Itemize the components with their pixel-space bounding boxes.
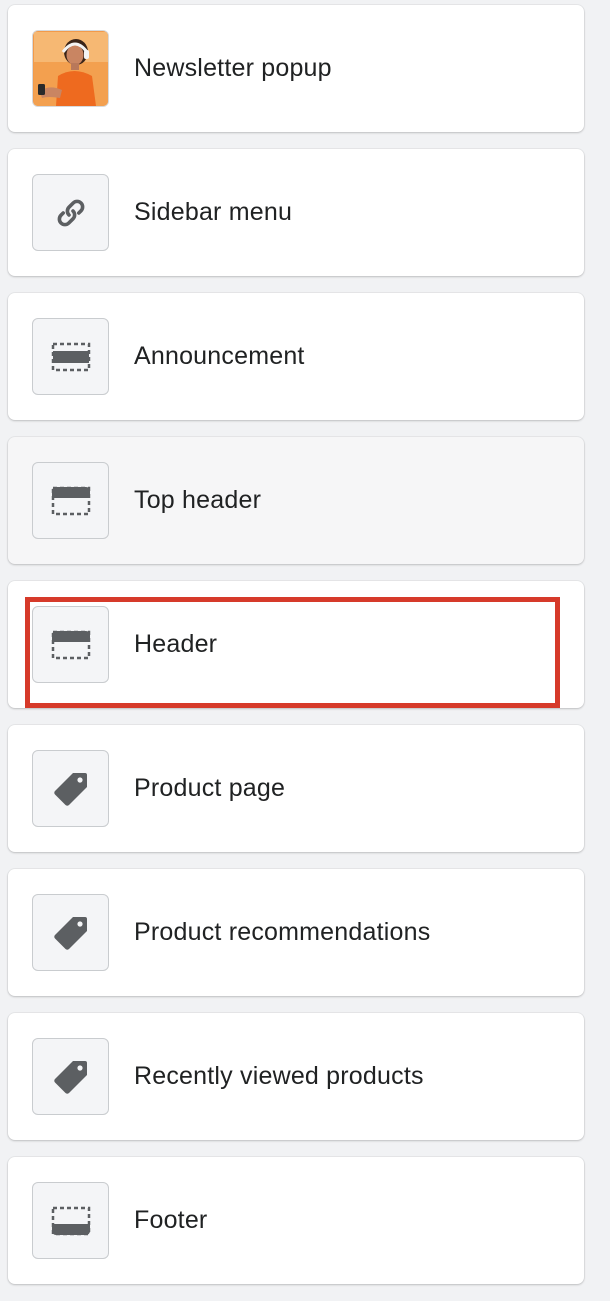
section-item-recently-viewed-products[interactable]: Recently viewed products: [8, 1013, 584, 1140]
section-header-icon: [32, 606, 109, 683]
link-icon: [32, 174, 109, 251]
section-item-footer[interactable]: Footer: [8, 1157, 584, 1284]
section-item-label: Top header: [134, 486, 262, 514]
tag-icon: [32, 750, 109, 827]
section-header-icon: [32, 462, 109, 539]
tag-icon: [32, 1038, 109, 1115]
section-item-top-header[interactable]: Top header: [8, 437, 584, 564]
section-item-label: Footer: [134, 1206, 208, 1234]
section-item-newsletter-popup[interactable]: Newsletter popup: [8, 5, 584, 132]
section-item-product-page[interactable]: Product page: [8, 725, 584, 852]
section-item-label: Announcement: [134, 342, 305, 370]
section-item-label: Sidebar menu: [134, 198, 293, 226]
section-item-header[interactable]: Header: [8, 581, 584, 708]
section-item-label: Product recommendations: [134, 918, 431, 946]
section-item-label: Header: [134, 630, 218, 658]
section-item-product-recommendations[interactable]: Product recommendations: [8, 869, 584, 996]
section-announcement-icon: [32, 318, 109, 395]
newsletter-photo-icon: [32, 30, 109, 107]
section-item-announcement[interactable]: Announcement: [8, 293, 584, 420]
section-item-sidebar-menu[interactable]: Sidebar menu: [8, 149, 584, 276]
tag-icon: [32, 894, 109, 971]
section-item-label: Product page: [134, 774, 286, 802]
section-item-label: Newsletter popup: [134, 54, 332, 82]
section-footer-icon: [32, 1182, 109, 1259]
sections-list: Newsletter popup Sidebar menu Announceme…: [8, 5, 584, 1301]
section-item-label: Recently viewed products: [134, 1062, 424, 1090]
